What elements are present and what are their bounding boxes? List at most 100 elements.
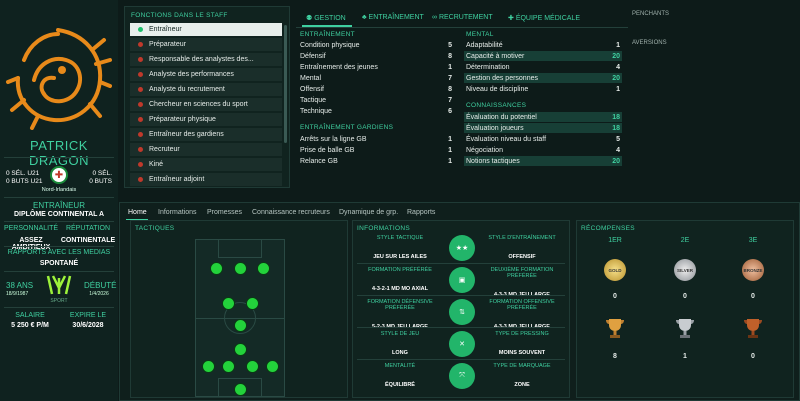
role-status-icon [138, 57, 143, 62]
player-marker[interactable] [246, 360, 259, 373]
staff-roles-panel: FONCTIONS DANS LE STAFF Entraîneur Prépa… [124, 6, 290, 188]
attr-value: 7 [448, 96, 452, 104]
leanings-heading: PENCHANTS [632, 11, 670, 17]
info-value: 4-3-2-1 MD MO AXIAL [371, 286, 429, 292]
info-label: TYPE DE MARQUAGE [493, 363, 551, 369]
attr-label: Évaluation du potentiel [466, 113, 537, 121]
staff-role-gk-coach[interactable]: Entraîneur des gardiens [130, 128, 282, 142]
attr-label: Niveau de discipline [466, 85, 529, 93]
salary-label: SALAIRE [15, 312, 45, 319]
staff-role-label: Analyste du recrutement [149, 86, 225, 93]
attr-value: 4 [616, 146, 620, 154]
player-marker[interactable] [234, 319, 247, 332]
player-marker[interactable] [246, 297, 259, 310]
attr-value: 20 [612, 52, 620, 60]
info-label: STYLE DE JEU [380, 331, 420, 337]
arrows-icon: ⇅ [449, 299, 475, 325]
u21-goals: 0 BUTS U21 [6, 178, 43, 185]
subtab-home[interactable]: Home [128, 209, 147, 216]
silver-trophy-icon [676, 319, 694, 338]
attr-value: 20 [612, 157, 620, 165]
attr-label: Arrêts sur la ligne GB [300, 135, 367, 143]
player-marker[interactable] [234, 343, 247, 356]
leanings-panel: PENCHANTS AVERSIONS [630, 6, 796, 188]
info-value: MOINS SOUVENT [498, 350, 546, 356]
player-marker[interactable] [234, 262, 247, 275]
expire-label: EXPIRE LE [69, 312, 107, 319]
player-marker[interactable] [210, 262, 223, 275]
staff-role-performance-analyst[interactable]: Analyste des performances [130, 68, 282, 82]
attr-row: Relance GB 1 [298, 156, 454, 166]
info-label: FORMATION OFFENSIVE PRÉFÉRÉE [489, 299, 555, 311]
reputation-value: CONTINENTALE [60, 237, 116, 244]
staff-role-preparateur[interactable]: Préparateur [130, 38, 282, 52]
play-style: STYLE DE JEU LONG [355, 331, 445, 356]
player-marker[interactable] [222, 360, 235, 373]
role-status-icon [138, 42, 143, 47]
player-marker[interactable] [266, 360, 279, 373]
attr-row: Offensif 8 [298, 84, 454, 94]
goalkeeper-marker[interactable] [234, 383, 247, 396]
attr-value: 1 [448, 135, 452, 143]
tab-recrutement[interactable]: ∞ RECRUTEMENT [432, 14, 493, 21]
silver-medal-icon: SILVER [674, 259, 696, 281]
subtab-informations[interactable]: Informations [158, 209, 197, 216]
staff-role-label: Préparateur physique [149, 116, 216, 123]
tab-label: ENTRAÎNEMENT [368, 14, 424, 21]
bronze-medal-count: 0 [751, 293, 755, 300]
player-marker[interactable] [257, 262, 270, 275]
tab-gestion[interactable]: ⚉ GESTION [306, 14, 346, 22]
attr-row: Niveau de discipline 1 [464, 84, 622, 94]
attr-value: 1 [616, 85, 620, 93]
attr-row: Capacité à motiver 20 [464, 51, 622, 61]
attr-value: 7 [448, 74, 452, 82]
offensive-formation: FORMATION OFFENSIVE PRÉFÉRÉE4-3-3 MD JEU… [477, 299, 567, 330]
info-label: STYLE TACTIQUE [376, 235, 424, 241]
dragon-logo [6, 28, 112, 130]
staff-role-fitness-coach[interactable]: Préparateur physique [130, 113, 282, 127]
subtab-rapports[interactable]: Rapports [407, 209, 435, 216]
attr-label: Détermination [466, 63, 510, 71]
staff-list-scrollbar[interactable] [284, 25, 287, 143]
staff-role-assistant[interactable]: Entraîneur adjoint [130, 173, 282, 187]
sponsor-logo: SPORT [46, 274, 72, 304]
staff-role-label: Analyste des performances [149, 71, 234, 78]
subtab-connaissance-recruteurs[interactable]: Connaissance recruteurs [252, 209, 330, 216]
media-label: RAPPORTS AVEC LES MEDIAS [7, 249, 111, 256]
staff-role-label: Chercheur en sciences du sport [149, 101, 248, 108]
attr-value: 1 [448, 157, 452, 165]
staff-role-scout[interactable]: Recruteur [130, 143, 282, 157]
media-value: SPONTANÉ [39, 260, 79, 267]
staff-role-head-analyst[interactable]: Responsable des analystes des... [130, 53, 282, 67]
tab-equipe-medicale[interactable]: ✚ ÉQUIPE MÉDICALE [508, 14, 580, 22]
attr-row: Prise de balle GB 1 [298, 145, 454, 155]
attr-label: Évaluation niveau du staff [466, 135, 547, 143]
staff-roles-title: FONCTIONS DANS LE STAFF [131, 12, 228, 19]
subtab-promesses[interactable]: Promesses [207, 209, 242, 216]
silver-medal-count: 0 [683, 293, 687, 300]
staff-role-recruitment-analyst[interactable]: Analyste du recrutement [130, 83, 282, 97]
subtab-dynamique[interactable]: Dynamique de grp. [339, 209, 398, 216]
attr-label: Prise de balle GB [300, 146, 355, 154]
attr-row: Négociation 4 [464, 145, 622, 155]
formation-icon: ▣ [449, 267, 475, 293]
place-2nd: 2E [680, 237, 690, 244]
staff-role-physio[interactable]: Kiné [130, 158, 282, 172]
player-marker[interactable] [202, 360, 215, 373]
staff-role-entraineur[interactable]: Entraîneur [130, 23, 282, 37]
attr-value: 20 [612, 74, 620, 82]
tab-entrainement[interactable]: ♣ ENTRAÎNEMENT [362, 14, 424, 21]
info-value: LONG [392, 350, 408, 356]
tactics-board-icon: ✕ [449, 331, 475, 357]
tactics-title: TACTIQUES [135, 225, 175, 232]
attr-row: Mental 7 [298, 73, 454, 83]
person-icon: ⚉ [306, 15, 315, 22]
player-marker[interactable] [222, 297, 235, 310]
attr-row: Défensif 8 [298, 51, 454, 61]
attr-label: Évaluation joueurs [466, 124, 524, 132]
salary-value: 5 250 € P/M [11, 322, 49, 329]
staff-role-sports-scientist[interactable]: Chercheur en sciences du sport [130, 98, 282, 112]
staff-role-label: Recruteur [149, 146, 180, 153]
staff-role-label: Entraîneur [149, 26, 182, 33]
nation-flag-icon: ✚ [50, 166, 68, 184]
